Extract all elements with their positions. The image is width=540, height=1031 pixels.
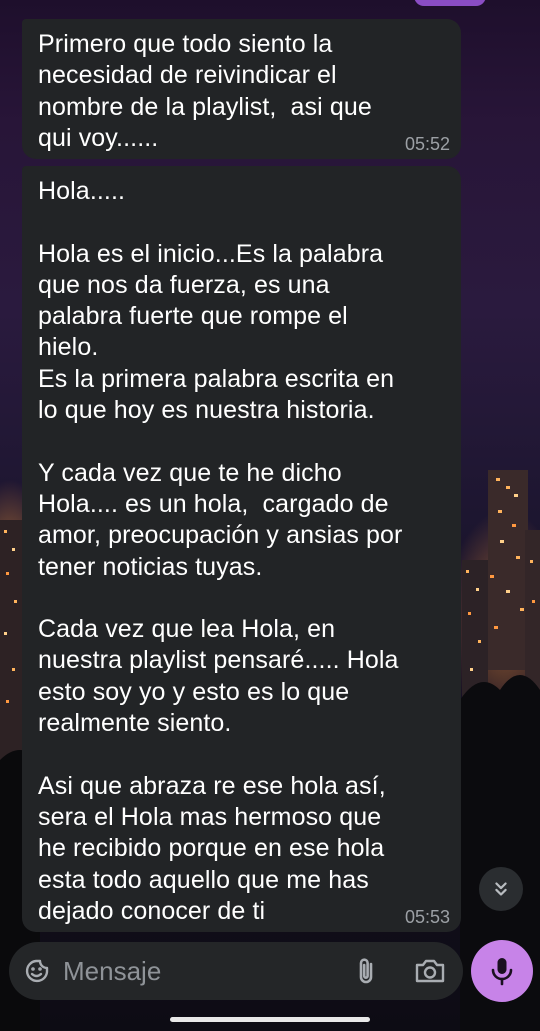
top-pill-element [414,0,486,6]
message-input[interactable] [63,950,343,992]
voice-message-button[interactable] [471,940,533,1002]
paperclip-icon[interactable] [351,955,383,987]
message-timestamp: 05:52 [404,134,450,154]
microphone-icon [491,958,513,986]
message-bubble[interactable]: Hola..... Hola es el inicio...Es la pala… [22,166,461,932]
message-bubble[interactable]: Primero que todo siento la necesidad de … [22,19,461,159]
message-text: Hola..... Hola es el inicio...Es la pala… [38,177,403,925]
message-timestamp: 05:53 [404,907,450,927]
camera-icon[interactable] [413,955,447,987]
scroll-to-bottom-button[interactable] [479,867,523,911]
home-indicator [170,1017,370,1022]
double-chevron-down-icon [495,882,507,896]
sticker-emoji-icon[interactable] [23,957,51,985]
message-text: Primero que todo siento la necesidad de … [38,30,372,152]
message-composer [9,942,463,1000]
